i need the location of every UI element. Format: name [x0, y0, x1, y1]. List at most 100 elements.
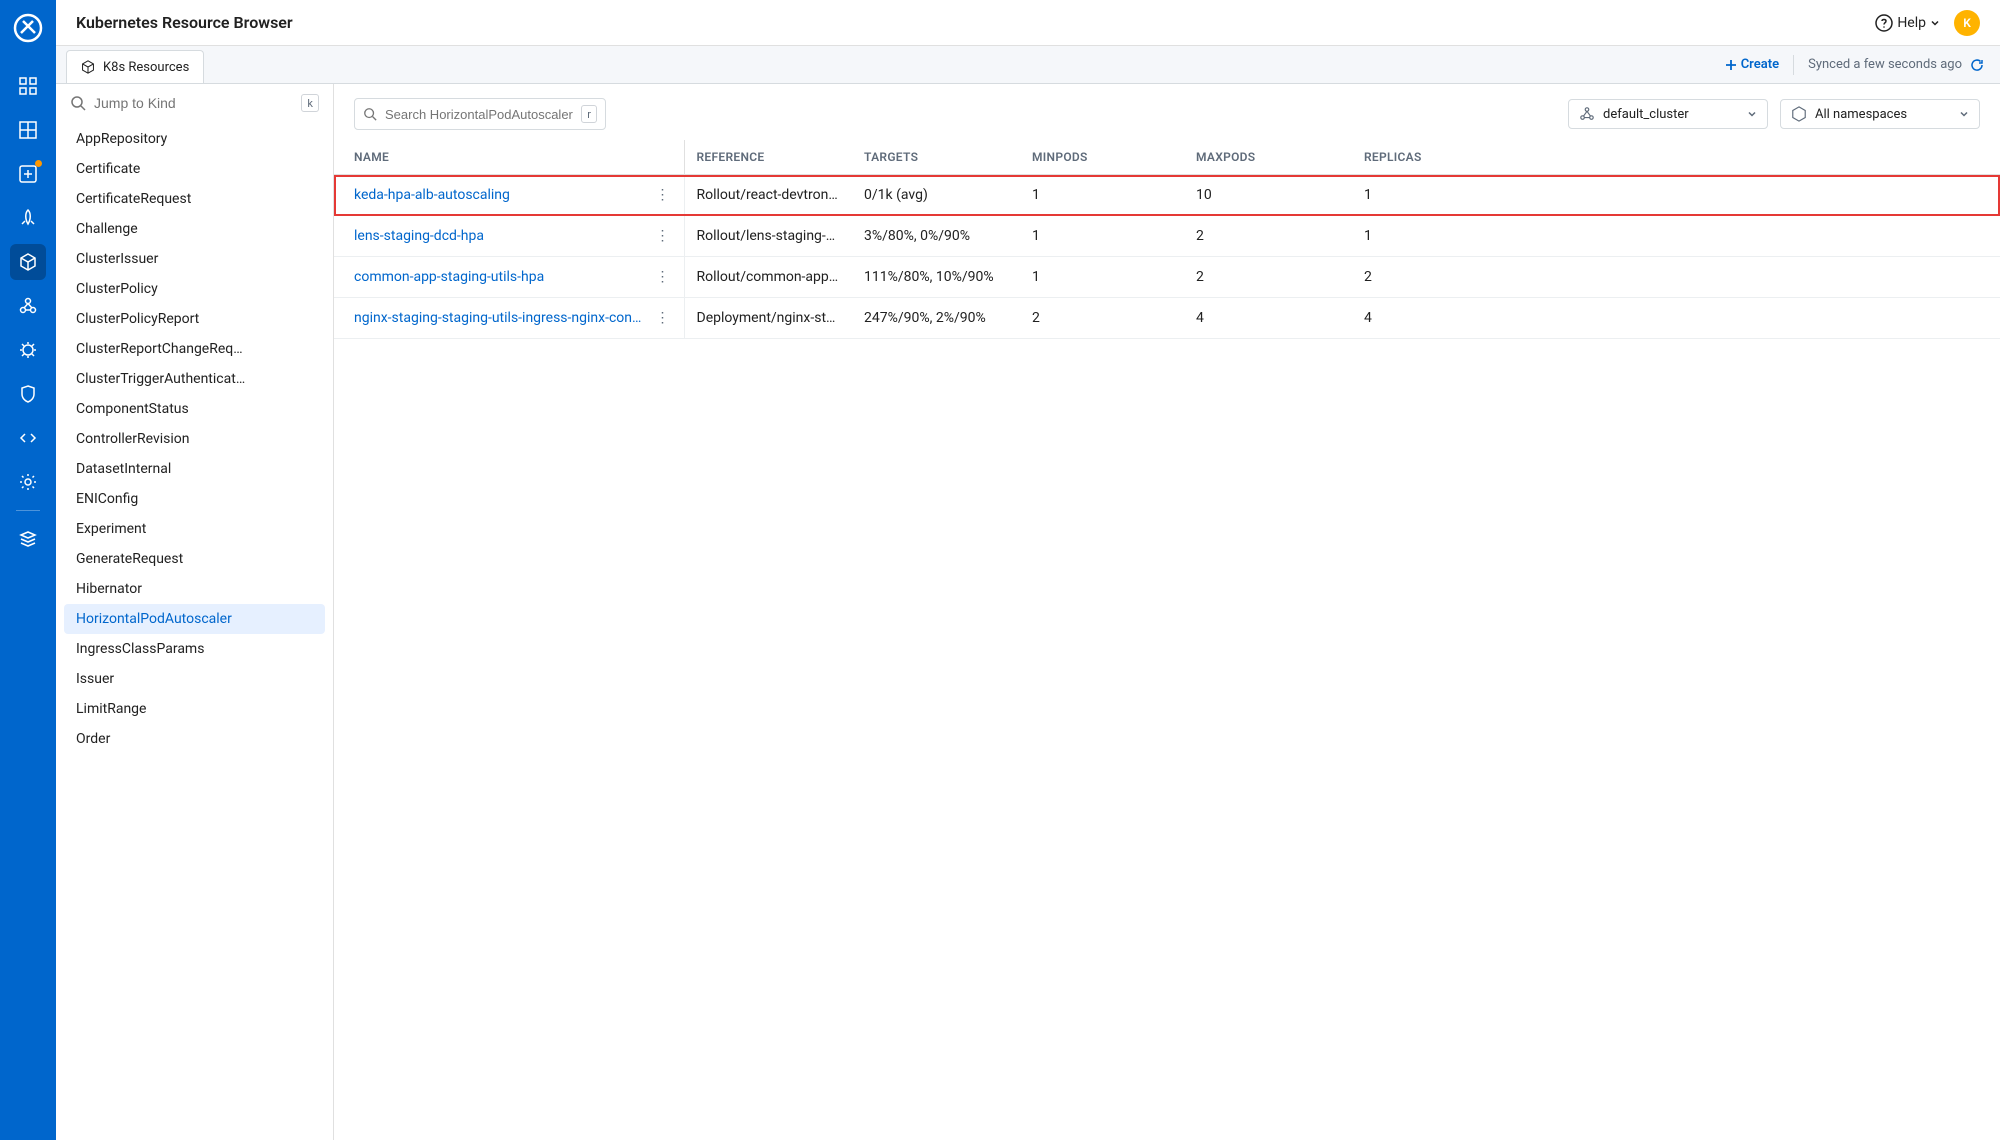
table-row[interactable]: lens-staging-dcd-hpa ⋮ Rollout/lens-stagi…: [334, 216, 2000, 257]
cell-targets: 111%/80%, 10%/90%: [852, 257, 1020, 298]
kind-item[interactable]: Experiment: [64, 514, 325, 544]
cluster-icon: [1579, 106, 1595, 122]
nav-grid-icon[interactable]: [10, 112, 46, 148]
tab-k8s-resources[interactable]: K8s Resources: [66, 50, 204, 83]
cell-maxpods: 10: [1184, 175, 1352, 216]
create-button[interactable]: Create: [1725, 57, 1779, 72]
cell-targets: 3%/80%, 0%/90%: [852, 216, 1020, 257]
search-box[interactable]: r: [354, 98, 606, 130]
nav-stack-icon[interactable]: [10, 521, 46, 557]
sync-status: Synced a few seconds ago: [1808, 57, 1984, 72]
cluster-dropdown-label: default_cluster: [1603, 107, 1689, 122]
nav-gear-icon[interactable]: [10, 464, 46, 500]
kinds-panel: k AppRepositoryCertificateCertificateReq…: [56, 84, 334, 1140]
table-row[interactable]: keda-hpa-alb-autoscaling ⋮ Rollout/react-…: [334, 175, 2000, 216]
kind-item[interactable]: Certificate: [64, 154, 325, 184]
table-row[interactable]: nginx-staging-staging-utils-ingress-ngin…: [334, 298, 2000, 339]
nav-rocket-icon[interactable]: [10, 200, 46, 236]
nav-apps-icon[interactable]: [10, 68, 46, 104]
kind-item[interactable]: AppRepository: [64, 124, 325, 154]
namespace-dropdown[interactable]: All namespaces: [1780, 99, 1980, 129]
create-label: Create: [1741, 57, 1779, 72]
help-icon: [1875, 14, 1893, 32]
kind-item[interactable]: LimitRange: [64, 694, 325, 724]
resource-name-link[interactable]: lens-staging-dcd-hpa: [354, 228, 484, 244]
avatar[interactable]: K: [1954, 10, 1980, 36]
kind-item[interactable]: DatasetInternal: [64, 454, 325, 484]
cell-minpods: 2: [1020, 298, 1184, 339]
tabstrip: K8s Resources Create Synced a few second…: [56, 46, 2000, 84]
cell-targets: 247%/90%, 2%/90%: [852, 298, 1020, 339]
kind-item[interactable]: CertificateRequest: [64, 184, 325, 214]
resource-name-link[interactable]: nginx-staging-staging-utils-ingress-ngin…: [354, 310, 646, 326]
kind-item[interactable]: Issuer: [64, 664, 325, 694]
col-header-name[interactable]: NAME: [334, 140, 684, 175]
cell-replicas: 4: [1352, 298, 2000, 339]
kind-item[interactable]: ComponentStatus: [64, 394, 325, 424]
nav-cluster-icon[interactable]: [10, 288, 46, 324]
col-header-minpods[interactable]: MINPODS: [1020, 140, 1184, 175]
jump-input[interactable]: [94, 95, 293, 111]
tab-label: K8s Resources: [103, 60, 189, 75]
kind-item[interactable]: ClusterIssuer: [64, 244, 325, 274]
cell-reference: Rollout/react-devtron-…: [684, 175, 852, 216]
col-header-reference[interactable]: REFERENCE: [684, 140, 852, 175]
main-content: Kubernetes Resource Browser Help K K8s R…: [56, 0, 2000, 1140]
cell-targets: 0/1k (avg): [852, 175, 1020, 216]
kind-item[interactable]: ENIConfig: [64, 484, 325, 514]
chevron-down-icon: [1747, 109, 1757, 119]
kind-item[interactable]: ClusterPolicyReport: [64, 304, 325, 334]
row-menu-icon[interactable]: ⋮: [654, 228, 672, 244]
kind-item[interactable]: Challenge: [64, 214, 325, 244]
header: Kubernetes Resource Browser Help K: [56, 0, 2000, 46]
cube-icon: [81, 60, 95, 74]
jump-to-kind[interactable]: k: [56, 84, 333, 120]
kind-item[interactable]: Order: [64, 724, 325, 754]
nav-add-icon[interactable]: [10, 156, 46, 192]
nav-bug-icon[interactable]: [10, 332, 46, 368]
refresh-icon[interactable]: [1970, 58, 1984, 72]
nav-rail: [0, 0, 56, 1140]
col-header-maxpods[interactable]: MAXPODS: [1184, 140, 1352, 175]
search-shortcut: r: [581, 105, 597, 123]
row-menu-icon[interactable]: ⋮: [654, 187, 672, 203]
nav-shield-icon[interactable]: [10, 376, 46, 412]
kind-item[interactable]: Hibernator: [64, 574, 325, 604]
cell-replicas: 1: [1352, 216, 2000, 257]
search-icon: [363, 107, 377, 121]
cell-reference: Rollout/lens-staging-dcd: [684, 216, 852, 257]
resource-name-link[interactable]: common-app-staging-utils-hpa: [354, 269, 544, 285]
kind-item[interactable]: ControllerRevision: [64, 424, 325, 454]
plus-icon: [1725, 59, 1737, 71]
app-logo-icon[interactable]: [10, 10, 46, 46]
kind-item[interactable]: ClusterPolicy: [64, 274, 325, 304]
nav-cube-icon[interactable]: [10, 244, 46, 280]
cell-minpods: 1: [1020, 257, 1184, 298]
col-header-targets[interactable]: TARGETS: [852, 140, 1020, 175]
nav-code-icon[interactable]: [10, 420, 46, 456]
kind-item[interactable]: HorizontalPodAutoscaler: [64, 604, 325, 634]
col-header-replicas[interactable]: REPLICAS: [1352, 140, 2000, 175]
chevron-down-icon: [1959, 109, 1969, 119]
help-button[interactable]: Help: [1875, 14, 1940, 32]
help-label: Help: [1897, 15, 1926, 31]
table-row[interactable]: common-app-staging-utils-hpa⋮ Rollout/co…: [334, 257, 2000, 298]
resource-name-link[interactable]: keda-hpa-alb-autoscaling: [354, 187, 510, 203]
kinds-list[interactable]: AppRepositoryCertificateCertificateReque…: [56, 120, 333, 1140]
resource-table: NAME REFERENCE TARGETS MINPODS MAXPODS R…: [334, 140, 2000, 339]
search-input[interactable]: [385, 107, 573, 122]
kind-item[interactable]: IngressClassParams: [64, 634, 325, 664]
kind-item[interactable]: ClusterReportChangeReq…: [64, 334, 325, 364]
hex-icon: [1791, 106, 1807, 122]
cell-minpods: 1: [1020, 175, 1184, 216]
sync-status-text: Synced a few seconds ago: [1808, 57, 1962, 72]
cluster-dropdown[interactable]: default_cluster: [1568, 99, 1768, 129]
cell-minpods: 1: [1020, 216, 1184, 257]
kind-item[interactable]: ClusterTriggerAuthenticat…: [64, 364, 325, 394]
kind-item[interactable]: GenerateRequest: [64, 544, 325, 574]
namespace-dropdown-label: All namespaces: [1815, 107, 1907, 122]
cell-maxpods: 2: [1184, 257, 1352, 298]
row-menu-icon[interactable]: ⋮: [654, 269, 672, 285]
row-menu-icon[interactable]: ⋮: [654, 310, 672, 326]
jump-shortcut: k: [301, 94, 319, 112]
